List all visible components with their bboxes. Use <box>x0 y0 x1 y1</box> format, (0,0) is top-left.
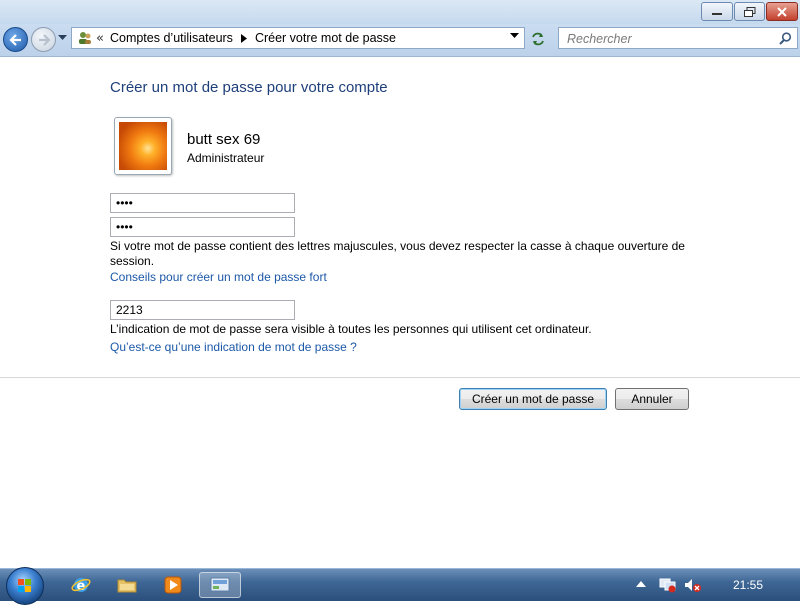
confirm-password-field[interactable] <box>110 217 295 237</box>
strong-password-tips-link[interactable]: Conseils pour créer un mot de passe fort <box>110 270 327 284</box>
close-icon <box>777 6 787 17</box>
network-error-icon <box>659 578 676 593</box>
refresh-button[interactable] <box>528 30 548 48</box>
refresh-icon <box>532 32 544 46</box>
restore-icon <box>743 6 755 17</box>
breadcrumb-overflow-chevron[interactable]: « <box>96 31 104 46</box>
arrow-left-icon <box>8 33 21 46</box>
new-password-field[interactable] <box>110 193 295 213</box>
main-content: Créer un mot de passe pour votre compte … <box>0 57 800 568</box>
maximize-button[interactable] <box>734 2 765 21</box>
taskbar-internet-explorer[interactable]: e <box>63 572 99 598</box>
volume-muted-icon <box>685 579 701 592</box>
navigation-bar: « Comptes d’utilisateurs Créer votre mot… <box>0 24 800 57</box>
divider <box>0 377 800 378</box>
user-name: butt sex 69 <box>187 131 261 148</box>
search-icon[interactable] <box>779 32 792 45</box>
user-accounts-icon <box>79 32 91 44</box>
minimize-button[interactable] <box>701 2 733 21</box>
cancel-button[interactable]: Annuler <box>615 388 689 410</box>
volume-tray[interactable] <box>684 577 702 593</box>
show-hidden-icons-icon[interactable] <box>636 580 646 587</box>
taskbar-control-panel[interactable] <box>199 572 241 598</box>
close-button[interactable] <box>766 2 798 21</box>
what-is-hint-link[interactable]: Qu’est-ce qu’une indication de mot de pa… <box>110 340 357 354</box>
create-password-button[interactable]: Créer un mot de passe <box>459 388 607 410</box>
taskbar: e 21:55 <box>0 567 800 605</box>
back-button[interactable] <box>3 27 28 52</box>
avatar <box>114 117 172 175</box>
explorer-folder-icon <box>117 579 137 593</box>
case-sensitivity-notice: Si votre mot de passe contient des lettr… <box>110 239 685 268</box>
user-role: Administrateur <box>187 151 265 165</box>
recent-pages-dropdown[interactable] <box>58 35 67 41</box>
clock[interactable]: 21:55 <box>733 578 763 592</box>
password-hint-field[interactable] <box>110 300 295 320</box>
forward-button[interactable] <box>31 27 56 52</box>
windows-logo-icon <box>18 579 31 592</box>
page-title: Créer un mot de passe pour votre compte <box>110 79 388 96</box>
breadcrumb-user-accounts[interactable]: Comptes d’utilisateurs <box>110 31 233 45</box>
taskbar-explorer[interactable] <box>109 572 145 598</box>
hint-visibility-notice: L’indication de mot de passe sera visibl… <box>110 322 592 336</box>
flower-picture-icon <box>119 122 167 170</box>
internet-explorer-icon: e <box>71 578 91 594</box>
address-bar[interactable]: « Comptes d’utilisateurs Créer votre mot… <box>71 27 525 49</box>
search-box[interactable] <box>558 27 798 49</box>
network-tray[interactable] <box>659 577 677 593</box>
address-dropdown-icon[interactable] <box>510 33 519 39</box>
title-bar <box>0 0 800 24</box>
search-input[interactable] <box>565 29 779 49</box>
media-player-icon <box>164 576 182 594</box>
arrow-right-icon <box>38 33 51 46</box>
control-panel-icon <box>210 577 230 592</box>
breadcrumb-separator-icon[interactable] <box>240 33 247 43</box>
minimize-icon <box>712 12 722 15</box>
taskbar-media-player[interactable] <box>155 572 191 598</box>
breadcrumb-create-password[interactable]: Créer votre mot de passe <box>255 31 396 45</box>
start-button[interactable] <box>6 567 44 605</box>
